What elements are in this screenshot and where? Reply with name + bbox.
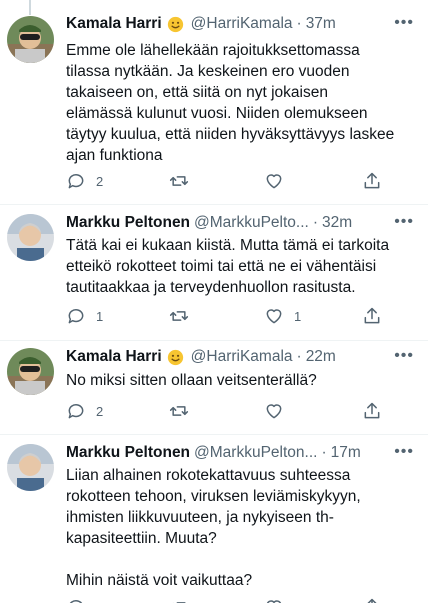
- share-icon: [364, 402, 380, 419]
- retweet-button[interactable]: [168, 171, 190, 191]
- reply-count: 2: [96, 173, 104, 189]
- like-icon: [266, 174, 282, 189]
- separator-dot: ·: [296, 348, 302, 365]
- avatar-kamala[interactable]: [7, 348, 54, 395]
- more-icon[interactable]: •••: [394, 347, 414, 365]
- tweet-time[interactable]: 37m: [306, 15, 336, 33]
- thread-line: [29, 0, 31, 15]
- reply-button[interactable]: [66, 597, 86, 603]
- separator-dot: ·: [296, 15, 302, 32]
- share-button[interactable]: [362, 171, 382, 191]
- tweet-time[interactable]: 22m: [306, 348, 336, 366]
- like-button[interactable]: [264, 401, 284, 421]
- tweet-4[interactable]: Markku Peltonen @MarkkuPelton... · 17m •…: [0, 435, 428, 603]
- more-icon[interactable]: •••: [394, 14, 414, 32]
- author-handle[interactable]: @HarriKamala: [191, 348, 293, 366]
- share-icon: [364, 172, 380, 189]
- tweet-time[interactable]: 17m: [331, 444, 361, 462]
- tweet-text: Emme ole lähellekään rajoitukksettomassa…: [66, 42, 395, 164]
- reply-icon: [69, 600, 83, 603]
- share-button[interactable]: [362, 597, 382, 603]
- tweet-actions: 1 1: [66, 306, 386, 326]
- retweet-icon: [169, 406, 189, 416]
- reply-icon: [68, 174, 84, 189]
- retweet-icon: [169, 311, 189, 321]
- reply-icon: [68, 404, 84, 419]
- tweet-actions: 2: [66, 171, 386, 191]
- tweet-header: Markku Peltonen @MarkkuPelto... · 32m ••…: [66, 213, 414, 233]
- more-icon[interactable]: •••: [394, 443, 414, 461]
- avatar-kamala[interactable]: [7, 16, 54, 63]
- like-icon: [266, 600, 282, 603]
- author-name[interactable]: Kamala Harri: [66, 15, 162, 33]
- reply-button[interactable]: 2: [66, 401, 103, 421]
- tweet-1[interactable]: Kamala Harri @HarriKamala · 37m ••• Emme…: [0, 0, 428, 205]
- separator-dot: ·: [321, 444, 327, 461]
- separator-dot: ·: [312, 214, 318, 231]
- author-handle[interactable]: @MarkkuPelto...: [194, 214, 309, 232]
- like-button[interactable]: 1: [264, 306, 301, 326]
- share-button[interactable]: [362, 401, 382, 421]
- share-icon: [367, 598, 377, 603]
- retweet-button[interactable]: [168, 401, 190, 421]
- more-icon[interactable]: •••: [394, 213, 414, 231]
- retweet-icon: [172, 602, 186, 603]
- like-icon: [266, 309, 282, 324]
- tweet-text: No miksi sitten ollaan veitsenterällä?: [66, 372, 317, 389]
- like-icon: [266, 404, 282, 419]
- avatar-markku[interactable]: [7, 214, 54, 261]
- reply-button[interactable]: 2: [66, 171, 103, 191]
- retweet-button[interactable]: [168, 597, 190, 603]
- tweet-header: Kamala Harri @HarriKamala · 37m •••: [66, 14, 414, 34]
- author-name[interactable]: Kamala Harri: [66, 348, 162, 366]
- author-name[interactable]: Markku Peltonen: [66, 214, 190, 232]
- tweet-header: Kamala Harri @HarriKamala · 22m •••: [66, 347, 414, 367]
- reply-button[interactable]: 1: [66, 306, 103, 326]
- reply-count: 1: [96, 308, 104, 324]
- avatar-markku[interactable]: [7, 444, 54, 491]
- tweet-text: Liian alhainen rokotekattavuus suhteessa…: [66, 467, 361, 589]
- reply-count: 2: [96, 403, 104, 419]
- smiley-emoji-icon: [167, 349, 183, 365]
- tweet-actions: [66, 597, 386, 603]
- retweet-button[interactable]: [168, 306, 190, 326]
- tweet-3[interactable]: Kamala Harri @HarriKamala · 22m ••• No m…: [0, 341, 428, 435]
- author-name[interactable]: Markku Peltonen: [66, 444, 190, 462]
- tweet-text: Tätä kai ei kukaan kiistä. Mutta tämä ei…: [66, 237, 390, 296]
- share-icon: [364, 307, 380, 324]
- tweet-actions: 2: [66, 401, 386, 421]
- tweet-header: Markku Peltonen @MarkkuPelton... · 17m •…: [66, 443, 414, 463]
- author-handle[interactable]: @MarkkuPelton...: [194, 444, 317, 462]
- tweet-time[interactable]: 32m: [322, 214, 352, 232]
- share-button[interactable]: [362, 306, 382, 326]
- reply-icon: [68, 309, 84, 324]
- author-handle[interactable]: @HarriKamala: [191, 15, 293, 33]
- retweet-icon: [169, 176, 189, 186]
- like-button[interactable]: [264, 597, 284, 603]
- tweet-2[interactable]: Markku Peltonen @MarkkuPelto... · 32m ••…: [0, 205, 428, 341]
- like-button[interactable]: [264, 171, 284, 191]
- like-count: 1: [294, 308, 302, 324]
- smiley-emoji-icon: [167, 16, 183, 32]
